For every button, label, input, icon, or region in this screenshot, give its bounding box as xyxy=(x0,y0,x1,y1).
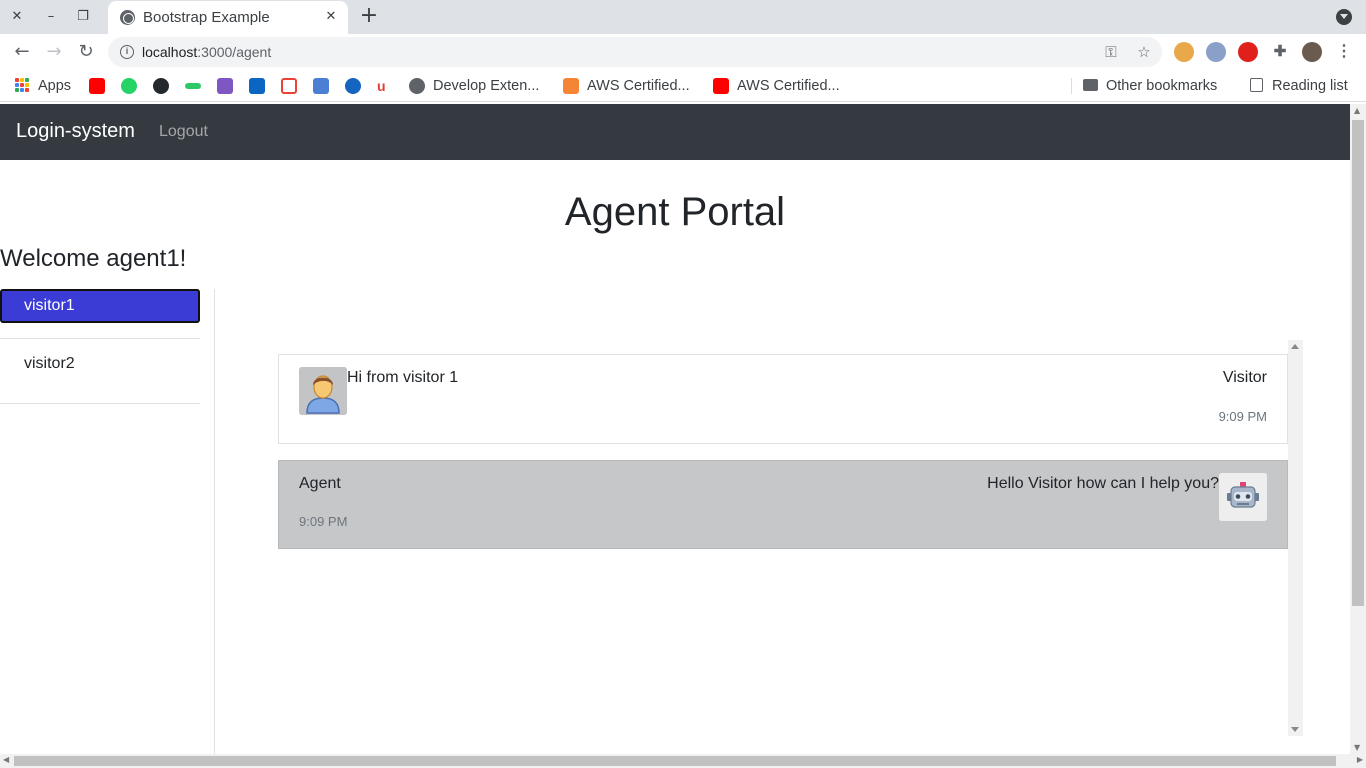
message-text: Hi from visitor 1 xyxy=(347,369,459,386)
page-content: Login-system Logout Agent Portal Welcome… xyxy=(0,104,1350,754)
bookmark-aws-1[interactable]: AWS Certified... xyxy=(587,76,690,96)
browser-titlebar: ✕ – ❐ Bootstrap Example ✕ + xyxy=(0,0,1366,34)
logout-link[interactable]: Logout xyxy=(159,123,208,141)
profile-avatar-icon[interactable] xyxy=(1302,42,1322,62)
welcome-heading: Welcome agent1! xyxy=(0,245,187,272)
aws-icon[interactable] xyxy=(563,78,579,94)
gmail-icon[interactable] xyxy=(281,78,297,94)
bookmark-apps[interactable]: Apps xyxy=(38,76,71,96)
apps-grid-icon[interactable] xyxy=(15,78,29,92)
puzzle-icon[interactable]: ✚ xyxy=(1270,42,1290,62)
window-minimize-icon[interactable]: – xyxy=(41,7,61,27)
scroll-thumb[interactable] xyxy=(14,756,1336,766)
bookmarks-bar: Apps u Develop Exten... AWS Certified...… xyxy=(0,70,1366,102)
youtube-icon[interactable] xyxy=(89,78,105,94)
robot-avatar-icon xyxy=(1219,473,1267,521)
star-icon[interactable]: ☆ xyxy=(1134,42,1154,62)
hackerrank-icon[interactable] xyxy=(185,83,201,89)
url-path: :3000/agent xyxy=(197,44,272,60)
cookie-extension-icon[interactable] xyxy=(1174,42,1194,62)
message-visitor: Hi from visitor 1 Visitor 9:09 PM xyxy=(278,354,1288,444)
key-icon[interactable]: ⚿ xyxy=(1101,42,1121,62)
scroll-down-icon[interactable] xyxy=(1291,727,1299,732)
tab-close-icon[interactable]: ✕ xyxy=(322,8,340,26)
page-title: Agent Portal xyxy=(564,190,786,234)
visitor-label: visitor2 xyxy=(24,355,75,372)
page-horizontal-scrollbar[interactable]: ◀ ▶ xyxy=(0,754,1366,768)
folder-icon[interactable] xyxy=(1083,79,1098,91)
translate-icon[interactable] xyxy=(313,78,329,94)
hand-extension-icon[interactable] xyxy=(1238,42,1258,62)
glasses-extension-icon[interactable] xyxy=(1206,42,1226,62)
hashnode-icon[interactable] xyxy=(217,78,233,94)
globe-icon xyxy=(120,10,135,25)
message-time: 9:09 PM xyxy=(1218,409,1267,424)
scroll-thumb[interactable] xyxy=(1352,120,1364,606)
url-host: localhost xyxy=(142,44,198,60)
reload-icon[interactable]: ↻ xyxy=(74,40,98,64)
reading-list-icon[interactable] xyxy=(1250,78,1263,92)
bookmark-develop[interactable]: Develop Exten... xyxy=(433,76,539,96)
browser-tab[interactable]: Bootstrap Example ✕ xyxy=(108,1,348,34)
address-bar[interactable]: i localhost:3000/agent ⚿ ☆ xyxy=(108,37,1162,67)
scroll-up-icon[interactable] xyxy=(1291,344,1299,349)
tab-title: Bootstrap Example xyxy=(143,9,270,26)
globe-icon[interactable] xyxy=(409,78,425,94)
browser-toolbar: ← → ↻ i localhost:3000/agent ⚿ ☆ ✚ ⋮ xyxy=(0,34,1366,70)
navbar: Login-system Logout xyxy=(0,104,1350,160)
chat-panel: Hi from visitor 1 Visitor 9:09 PM Agent … xyxy=(278,340,1303,736)
scroll-down-icon[interactable]: ▼ xyxy=(1354,743,1360,752)
site-info-icon[interactable]: i xyxy=(120,45,134,59)
whatsapp-icon[interactable] xyxy=(121,78,137,94)
scroll-up-icon[interactable]: ▲ xyxy=(1354,106,1360,115)
bookmark-other[interactable]: Other bookmarks xyxy=(1106,76,1217,96)
message-sender: Agent xyxy=(299,475,341,492)
visitor-divider xyxy=(0,289,200,339)
play-icon[interactable] xyxy=(345,78,361,94)
scroll-right-icon[interactable]: ▶ xyxy=(1357,755,1363,764)
github-icon[interactable] xyxy=(153,78,169,94)
bookmark-aws-2[interactable]: AWS Certified... xyxy=(737,76,840,96)
udemy-icon[interactable]: u xyxy=(377,78,393,94)
person-avatar-icon xyxy=(299,367,347,415)
message-agent: Agent 9:09 PM Hello Visitor how can I he… xyxy=(278,460,1288,549)
forward-arrow-icon[interactable]: → xyxy=(42,40,66,64)
visitor-item-visitor2[interactable]: visitor2 xyxy=(0,339,200,404)
message-sender: Visitor xyxy=(1222,369,1267,386)
message-text: Hello Visitor how can I help you? xyxy=(987,475,1219,492)
bookmark-reading-list[interactable]: Reading list xyxy=(1272,76,1348,96)
visitor-list: visitor1 visitor2 xyxy=(0,289,215,754)
tab-search-icon[interactable] xyxy=(1336,9,1352,25)
url-text[interactable]: localhost:3000/agent xyxy=(142,44,271,60)
back-arrow-icon[interactable]: ← xyxy=(10,40,34,64)
bookmarks-divider xyxy=(1071,78,1072,94)
youtube-icon[interactable] xyxy=(713,78,729,94)
scroll-left-icon[interactable]: ◀ xyxy=(3,755,9,764)
page-vertical-scrollbar[interactable]: ▲ ▼ xyxy=(1350,104,1366,754)
menu-dots-icon[interactable]: ⋮ xyxy=(1334,42,1354,62)
window-close-icon[interactable]: ✕ xyxy=(7,7,27,27)
new-tab-icon[interactable]: + xyxy=(358,5,380,28)
navbar-brand[interactable]: Login-system xyxy=(16,120,135,143)
message-time: 9:09 PM xyxy=(299,514,348,529)
chat-scrollbar[interactable] xyxy=(1288,340,1303,736)
window-restore-icon[interactable]: ❐ xyxy=(73,7,93,27)
linkedin-icon[interactable] xyxy=(249,78,265,94)
